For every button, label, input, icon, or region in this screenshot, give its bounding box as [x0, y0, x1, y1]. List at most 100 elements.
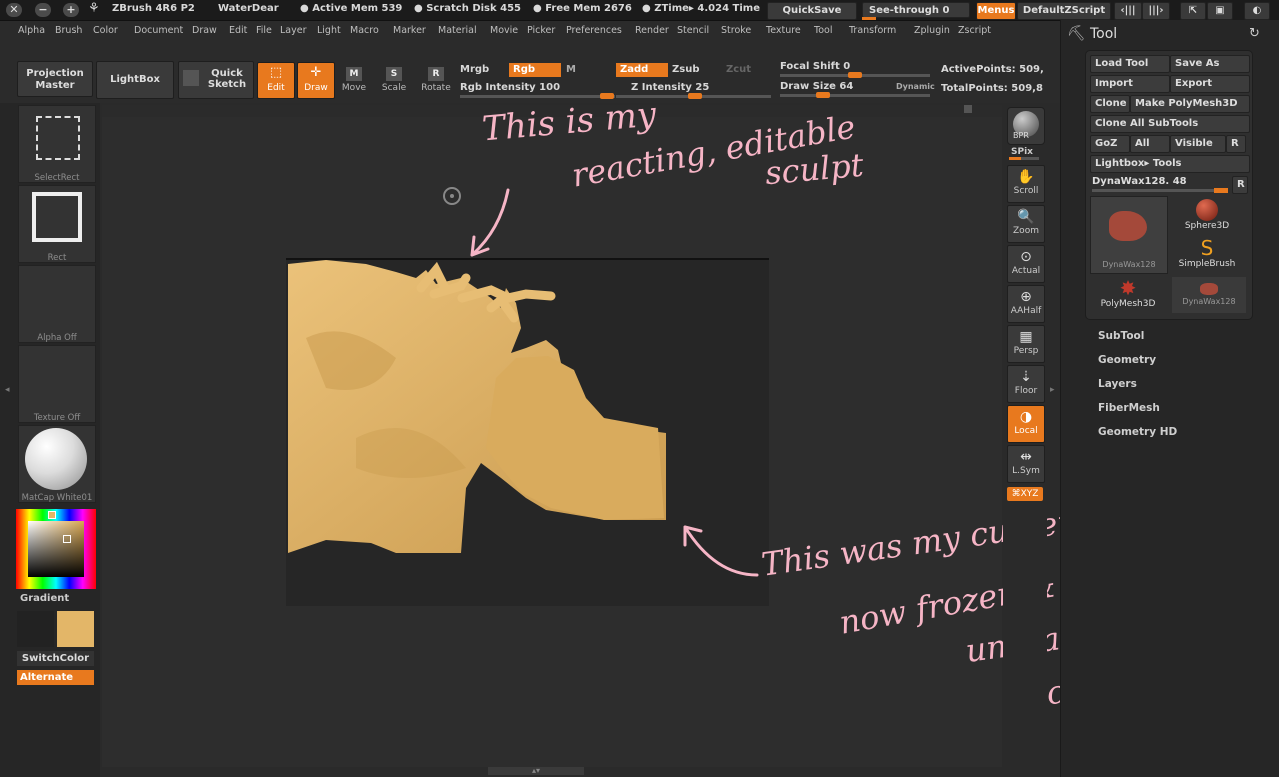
floor-button[interactable]: ⇣ Floor	[1007, 365, 1045, 403]
sphere3d-thumb[interactable]: Sphere3D	[1172, 199, 1242, 235]
see-through-slider[interactable]: See-through 0	[862, 2, 970, 18]
menu-stroke[interactable]: Stroke	[721, 25, 751, 36]
see-through-knob[interactable]	[862, 17, 876, 20]
focal-shift-knob[interactable]	[848, 72, 862, 78]
zoom-button[interactable]: 🔍 Zoom	[1007, 205, 1045, 243]
export-button[interactable]: Export	[1170, 75, 1250, 93]
layers-section[interactable]: Layers	[1098, 378, 1137, 390]
goz-r-button[interactable]: R	[1226, 135, 1246, 153]
all-button[interactable]: All	[1130, 135, 1170, 153]
goz-button[interactable]: GoZ	[1090, 135, 1130, 153]
aahalf-button[interactable]: ⊕ AAHalf	[1007, 285, 1045, 323]
quick-sketch-button[interactable]: Quick Sketch	[178, 61, 254, 99]
projection-master-button[interactable]: Projection Master	[17, 61, 93, 97]
lightbox-button[interactable]: LightBox	[96, 61, 174, 99]
alternate-button[interactable]: Alternate	[17, 670, 94, 685]
fibermesh-section[interactable]: FiberMesh	[1098, 402, 1160, 414]
subtool-section[interactable]: SubTool	[1098, 330, 1144, 342]
menu-document[interactable]: Document	[134, 25, 183, 36]
zadd-button[interactable]: Zadd	[616, 63, 668, 77]
clone-all-subtools-button[interactable]: Clone All SubTools	[1090, 115, 1250, 133]
menu-zscript[interactable]: Zscript	[958, 25, 991, 36]
menu-tool[interactable]: Tool	[814, 25, 832, 36]
menu-texture[interactable]: Texture	[766, 25, 801, 36]
geometry-section[interactable]: Geometry	[1098, 354, 1156, 366]
actual-button[interactable]: ⊙ Actual	[1007, 245, 1045, 283]
spix-slider[interactable]	[1009, 157, 1039, 160]
menu-draw[interactable]: Draw	[192, 25, 217, 36]
dynamic-button[interactable]: Dynamic	[896, 82, 935, 91]
canvas-resize-icon[interactable]	[964, 105, 972, 113]
menu-zplugin[interactable]: Zplugin	[914, 25, 950, 36]
draw-size-slider[interactable]	[780, 92, 930, 98]
prev-layout-icon[interactable]: ‹|||	[1114, 2, 1142, 20]
next-layout-icon[interactable]: |||›	[1142, 2, 1170, 20]
menu-stencil[interactable]: Stencil	[677, 25, 709, 36]
make-polymesh-button[interactable]: Make PolyMesh3D	[1130, 95, 1250, 113]
selectrect-button[interactable]	[18, 105, 96, 183]
import-button[interactable]: Import	[1090, 75, 1170, 93]
dynawax-thumb-large[interactable]: DynaWax128	[1090, 196, 1168, 274]
save-as-button[interactable]: Save As	[1170, 55, 1250, 73]
rgb-button[interactable]: Rgb	[509, 63, 561, 77]
simplebrush-thumb[interactable]: S SimpleBrush	[1172, 237, 1242, 273]
left-collapse-icon[interactable]: ◂	[5, 385, 10, 410]
tool-palette-title[interactable]: Tool	[1090, 26, 1117, 42]
menu-edit[interactable]: Edit	[229, 25, 247, 36]
refresh-icon[interactable]: ↻	[1249, 26, 1260, 41]
z-intensity-knob[interactable]	[688, 93, 702, 99]
clone-button[interactable]: Clone	[1090, 95, 1130, 113]
move-button[interactable]: M Move	[337, 63, 371, 97]
alpha-button[interactable]	[18, 265, 96, 343]
secondary-color-swatch[interactable]	[17, 611, 54, 647]
menu-material[interactable]: Material	[438, 25, 477, 36]
scroll-button[interactable]: ✋ Scroll	[1007, 165, 1045, 203]
menu-alpha[interactable]: Alpha	[18, 25, 45, 36]
default-zscript-button[interactable]: DefaultZScript	[1017, 2, 1111, 20]
menu-preferences[interactable]: Preferences	[566, 25, 622, 36]
local-button[interactable]: ◑ Local	[1007, 405, 1045, 443]
rotate-button[interactable]: R Rotate	[419, 63, 453, 97]
rect-button[interactable]	[18, 185, 96, 263]
switchcolor-button[interactable]: SwitchColor	[17, 651, 94, 666]
texture-button[interactable]	[18, 345, 96, 423]
palette-icon[interactable]: ▣	[1207, 2, 1233, 20]
menus-button[interactable]: Menus	[976, 2, 1016, 20]
color-picker[interactable]	[16, 509, 96, 589]
layout-icon[interactable]: ⇱	[1180, 2, 1206, 20]
lightbox-tools-button[interactable]: Lightbox▸ Tools	[1090, 155, 1250, 173]
color-square[interactable]	[28, 521, 84, 577]
sculpt-image[interactable]	[286, 258, 676, 558]
dynawax-thumb-small[interactable]: DynaWax128	[1172, 277, 1246, 313]
draw-button[interactable]: ✛ Draw	[297, 62, 335, 99]
gradient-label[interactable]: Gradient	[20, 593, 69, 604]
matcap-button[interactable]	[18, 425, 96, 503]
visible-button[interactable]: Visible	[1170, 135, 1226, 153]
polymesh3d-thumb[interactable]: ✸ PolyMesh3D	[1090, 277, 1166, 313]
zsub-button[interactable]: Zsub	[672, 64, 699, 75]
lsym-button[interactable]: ⇹ L.Sym	[1007, 445, 1045, 483]
hue-marker-icon[interactable]	[48, 511, 56, 519]
maximize-icon[interactable]: +	[63, 3, 79, 17]
menu-marker[interactable]: Marker	[393, 25, 426, 36]
mrgb-button[interactable]: Mrgb	[460, 64, 489, 75]
scale-button[interactable]: S Scale	[377, 63, 411, 97]
menu-file[interactable]: File	[256, 25, 272, 36]
xyz-button[interactable]: ⌘XYZ	[1007, 487, 1043, 501]
zcut-button[interactable]: Zcut	[726, 64, 751, 75]
close-icon[interactable]: ✕	[6, 3, 22, 17]
persp-button[interactable]: ▦ Persp	[1007, 325, 1045, 363]
menu-brush[interactable]: Brush	[55, 25, 82, 36]
bottom-collapse-icon[interactable]: ▴▾	[488, 767, 584, 775]
current-tool-r-button[interactable]: R	[1232, 176, 1248, 194]
menu-render[interactable]: Render	[635, 25, 669, 36]
right-collapse-icon[interactable]: ▸	[1050, 385, 1055, 395]
load-tool-button[interactable]: Load Tool	[1090, 55, 1170, 73]
menu-macro[interactable]: Macro	[350, 25, 379, 36]
menu-movie[interactable]: Movie	[490, 25, 518, 36]
menu-layer[interactable]: Layer	[280, 25, 307, 36]
geometry-hd-section[interactable]: Geometry HD	[1098, 426, 1177, 438]
current-tool-slider[interactable]	[1092, 188, 1228, 193]
menu-color[interactable]: Color	[93, 25, 118, 36]
quicksave-button[interactable]: QuickSave	[767, 2, 857, 20]
